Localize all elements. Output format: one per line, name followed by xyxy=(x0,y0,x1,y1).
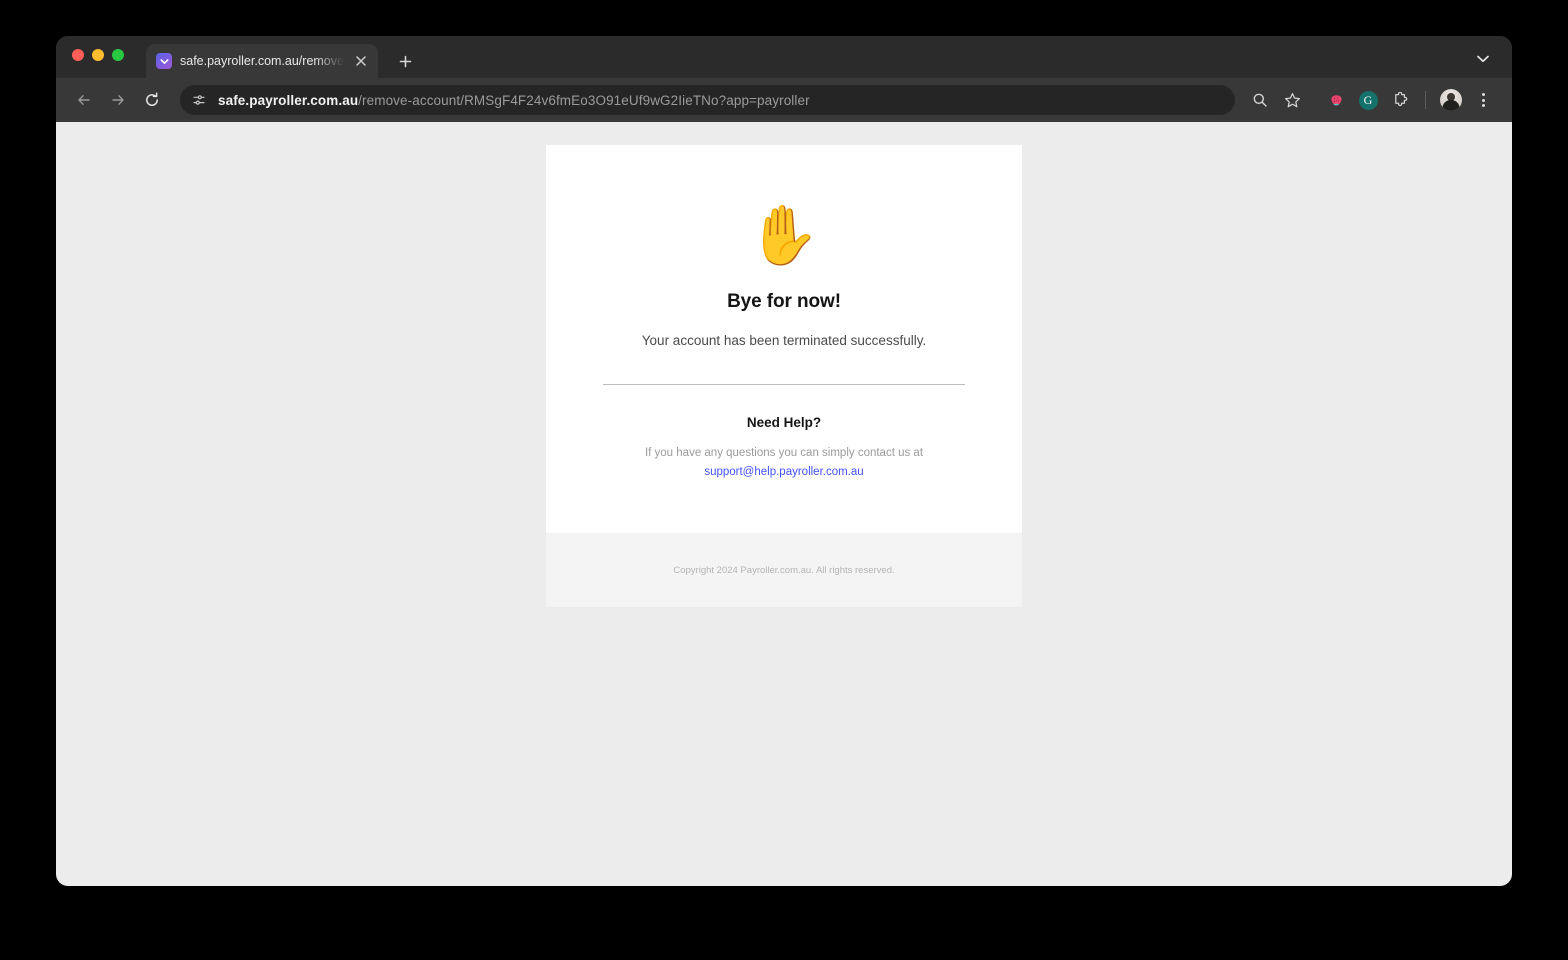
tab-search-chevron-down-icon[interactable] xyxy=(1472,48,1494,70)
url-path: /remove-account/RMSgF4F24v6fmEo3O91eUf9w… xyxy=(358,92,810,108)
avatar-image xyxy=(1440,89,1462,111)
tab-strip: safe.payroller.com.au/remove xyxy=(56,36,1512,78)
site-settings-icon[interactable] xyxy=(190,91,208,109)
url-text: safe.payroller.com.au/remove-account/RMS… xyxy=(218,93,810,108)
bookmark-star-icon[interactable] xyxy=(1277,85,1307,115)
payroller-favicon xyxy=(156,53,172,69)
browser-toolbar: safe.payroller.com.au/remove-account/RMS… xyxy=(56,78,1512,122)
tab-title: safe.payroller.com.au/remove xyxy=(180,54,344,68)
toolbar-divider xyxy=(1425,91,1426,109)
account-terminated-card: ✋ Bye for now! Your account has been ter… xyxy=(546,145,1022,607)
url-host: safe.payroller.com.au xyxy=(218,92,359,108)
profile-avatar[interactable] xyxy=(1436,85,1466,115)
support-email-link[interactable]: support@help.payroller.com.au xyxy=(704,466,863,478)
section-divider xyxy=(603,384,965,385)
raised-hand-emoji: ✋ xyxy=(747,203,821,268)
strawberry-extension-icon[interactable] xyxy=(1321,85,1351,115)
extensions-puzzle-icon[interactable] xyxy=(1385,85,1415,115)
need-help-text: If you have any questions you can simply… xyxy=(644,447,924,459)
card-footer: Copyright 2024 Payroller.com.au. All rig… xyxy=(546,533,1022,607)
browser-tab[interactable]: safe.payroller.com.au/remove xyxy=(146,44,378,78)
browser-window: safe.payroller.com.au/remove safe.payrol… xyxy=(56,36,1512,886)
need-help-title: Need Help? xyxy=(746,415,822,430)
copyright-text: Copyright 2024 Payroller.com.au. All rig… xyxy=(673,564,895,576)
tab-close-icon[interactable] xyxy=(352,52,370,70)
grammarly-extension-icon[interactable]: G xyxy=(1353,85,1383,115)
status-message: Your account has been terminated success… xyxy=(641,333,927,348)
forward-button[interactable] xyxy=(102,84,134,116)
card-body: ✋ Bye for now! Your account has been ter… xyxy=(546,145,1022,533)
window-traffic-lights xyxy=(72,36,124,78)
grammarly-glyph: G xyxy=(1358,90,1378,110)
new-tab-button[interactable] xyxy=(392,47,420,75)
close-window-button[interactable] xyxy=(72,49,84,61)
back-button[interactable] xyxy=(68,84,100,116)
address-bar[interactable]: safe.payroller.com.au/remove-account/RMS… xyxy=(180,85,1235,115)
kebab-glyph xyxy=(1481,93,1485,107)
strawberry-glyph xyxy=(1328,92,1345,109)
chrome-menu-icon[interactable] xyxy=(1468,85,1498,115)
page-title: Bye for now! xyxy=(727,291,841,312)
search-icon[interactable] xyxy=(1245,85,1275,115)
minimize-window-button[interactable] xyxy=(92,49,104,61)
reload-button[interactable] xyxy=(136,84,168,116)
page-viewport: ✋ Bye for now! Your account has been ter… xyxy=(56,122,1512,886)
maximize-window-button[interactable] xyxy=(112,49,124,61)
